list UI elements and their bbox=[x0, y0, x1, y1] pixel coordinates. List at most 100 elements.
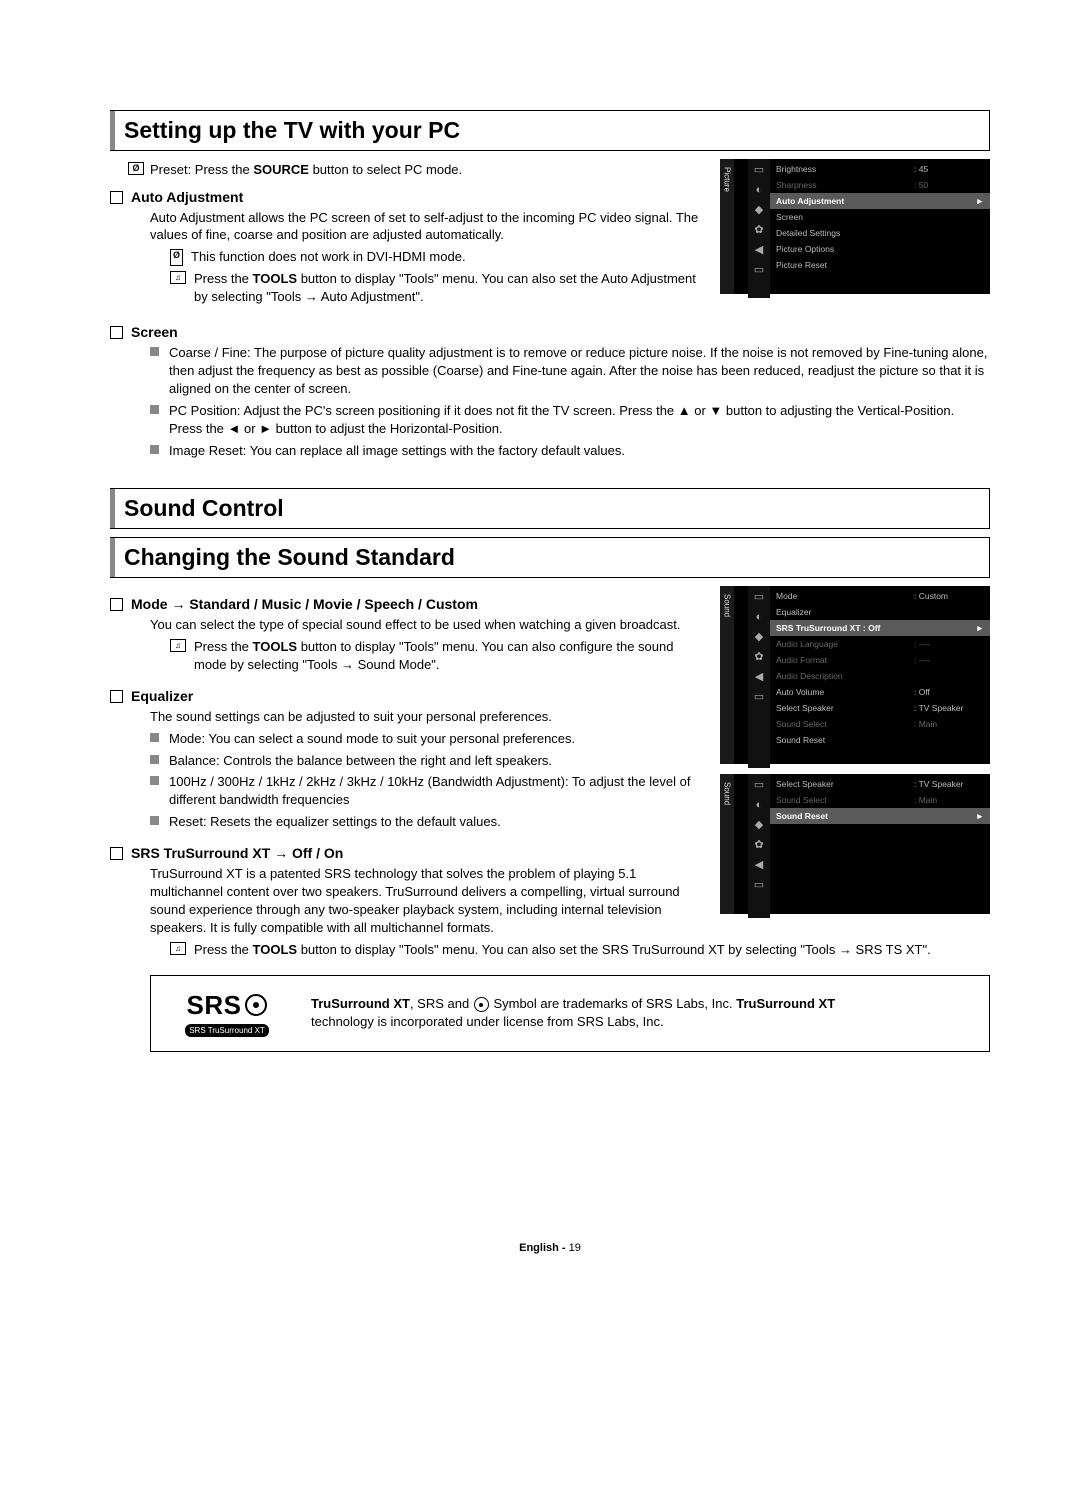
auto-adj-desc: Auto Adjustment allows the PC screen of … bbox=[150, 209, 700, 245]
source-icon: ▭ bbox=[752, 690, 766, 704]
eq-item-bandwidth: 100Hz / 300Hz / 1kHz / 2kHz / 3kHz / 10k… bbox=[150, 773, 700, 809]
osd-menu-item: Mode: Custom bbox=[770, 588, 990, 604]
heading-text: Setting up the TV with your PC bbox=[124, 117, 460, 143]
osd-item-value: : ---- bbox=[914, 639, 974, 649]
osd-menu-item: Audio Language: ---- bbox=[770, 636, 990, 652]
arrow-icon: ◀ bbox=[752, 243, 766, 257]
auto-adj-note2: ♫ Press the TOOLS button to display "Too… bbox=[170, 270, 700, 306]
osd-menu-item: Equalizer bbox=[770, 604, 990, 620]
subheading-label: Mode → Standard / Music / Movie / Speech… bbox=[131, 596, 478, 612]
checkbox-icon bbox=[110, 847, 123, 860]
osd-item-label: Equalizer bbox=[776, 607, 914, 617]
chevron-right-icon: ► bbox=[974, 196, 984, 206]
osd-item-value: : Main bbox=[914, 719, 974, 729]
heading-text: Sound Control bbox=[124, 495, 284, 521]
osd-menu-item: Sound Reset► bbox=[770, 808, 990, 824]
bullet-text: 100Hz / 300Hz / 1kHz / 2kHz / 3kHz / 10k… bbox=[169, 773, 700, 809]
note-text: This function does not work in DVI-HDMI … bbox=[191, 248, 466, 266]
osd-sound-menu-b: Sound ▭ ◐ ◆ ✿ ◀ ▭ Select Speaker: TV Spe… bbox=[720, 774, 990, 914]
preset-note-text: Preset: Press the SOURCE button to selec… bbox=[150, 161, 462, 179]
osd-menu-item: Select Speaker: TV Speaker bbox=[770, 700, 990, 716]
osd-item-label: SRS TruSurround XT : Off bbox=[776, 623, 914, 633]
ring-icon: ◐ bbox=[752, 798, 766, 812]
osd-item-label: Auto Volume bbox=[776, 687, 914, 697]
bullet-text: Image Reset: You can replace all image s… bbox=[169, 442, 625, 460]
subheading-label: Auto Adjustment bbox=[131, 189, 243, 205]
bullet-text: Coarse / Fine: The purpose of picture qu… bbox=[169, 344, 990, 398]
subheading-equalizer: Equalizer bbox=[110, 688, 706, 704]
osd-menu-item: Audio Description bbox=[770, 668, 990, 684]
osd-tab: Picture bbox=[720, 159, 734, 294]
osd-item-value: : Off bbox=[914, 687, 974, 697]
subheading-screen: Screen bbox=[110, 324, 990, 340]
osd-sound-menu-a: Sound ▭ ◐ ◆ ✿ ◀ ▭ Mode: CustomEqualizerS… bbox=[720, 586, 990, 764]
mode-desc: You can select the type of special sound… bbox=[150, 616, 700, 634]
arrow-icon: ◀ bbox=[752, 858, 766, 872]
osd-menu-item: Auto Adjustment► bbox=[770, 193, 990, 209]
chevron-right-icon: ► bbox=[974, 623, 984, 633]
eq-item-reset: Reset: Resets the equalizer settings to … bbox=[150, 813, 700, 831]
osd-item-label: Sharpness bbox=[776, 180, 914, 190]
osd-icon-strip: ▭ ◐ ◆ ✿ ◀ ▭ bbox=[748, 159, 770, 298]
osd-menu-item: Sound Reset bbox=[770, 732, 990, 748]
osd-icon-strip: ▭ ◐ ◆ ✿ ◀ ▭ bbox=[748, 586, 770, 768]
checkbox-icon bbox=[110, 191, 123, 204]
page-footer: English - 19 bbox=[110, 1242, 990, 1254]
bullet-text: PC Position: Adjust the PC's screen posi… bbox=[169, 402, 990, 438]
screen-item-image-reset: Image Reset: You can replace all image s… bbox=[150, 442, 990, 460]
eq-item-balance: Balance: Controls the balance between th… bbox=[150, 752, 700, 770]
osd-menu-item: Sound Select: Main bbox=[770, 792, 990, 808]
osd-item-label: Select Speaker bbox=[776, 779, 914, 789]
osd-item-label: Sound Select bbox=[776, 795, 914, 805]
square-bullet-icon bbox=[150, 776, 159, 785]
osd-item-label: Screen bbox=[776, 212, 914, 222]
info-icon: Ø bbox=[170, 249, 183, 266]
osd-tab: Sound bbox=[720, 586, 734, 764]
srs-logo-sub: SRS TruSurround XT bbox=[185, 1024, 269, 1037]
srs-logo: SRS SRS TruSurround XT bbox=[167, 990, 287, 1037]
tv-icon: ▭ bbox=[752, 590, 766, 604]
preset-note: Ø Preset: Press the SOURCE button to sel… bbox=[128, 161, 706, 179]
osd-item-label: Audio Language bbox=[776, 639, 914, 649]
srs-note: ♫ Press the TOOLS button to display "Too… bbox=[170, 941, 990, 959]
footer-lang: English - bbox=[519, 1242, 569, 1254]
srs-dot-icon bbox=[474, 997, 489, 1012]
osd-items: Brightness: 45Sharpness: 50Auto Adjustme… bbox=[770, 159, 990, 298]
mode-note: ♫ Press the TOOLS button to display "Too… bbox=[170, 638, 700, 674]
osd-item-label: Brightness bbox=[776, 164, 914, 174]
square-bullet-icon bbox=[150, 733, 159, 742]
bullet-text: Reset: Resets the equalizer settings to … bbox=[169, 813, 501, 831]
screen-item-pc-position: PC Position: Adjust the PC's screen posi… bbox=[150, 402, 990, 438]
subheading-label: SRS TruSurround XT → Off / On bbox=[131, 845, 343, 861]
tv-icon: ▭ bbox=[752, 778, 766, 792]
subheading-srs: SRS TruSurround XT → Off / On bbox=[110, 845, 706, 861]
subheading-label: Equalizer bbox=[131, 688, 193, 704]
osd-tab-label: Picture bbox=[723, 167, 732, 192]
gear-icon: ✿ bbox=[752, 650, 766, 664]
osd-menu-item: Audio Format: ---- bbox=[770, 652, 990, 668]
eq-desc: The sound settings can be adjusted to su… bbox=[150, 708, 700, 726]
osd-item-label: Mode bbox=[776, 591, 914, 601]
note-text: Press the TOOLS button to display "Tools… bbox=[194, 270, 700, 306]
gear-icon: ✿ bbox=[752, 223, 766, 237]
heading-sound-control: Sound Control bbox=[110, 488, 990, 529]
diamond-icon: ◆ bbox=[752, 203, 766, 217]
osd-item-label: Picture Options bbox=[776, 244, 914, 254]
osd-picture-menu: Picture ▭ ◐ ◆ ✿ ◀ ▭ Brightness: 45Sharpn… bbox=[720, 159, 990, 294]
chevron-right-icon: ► bbox=[974, 811, 984, 821]
checkbox-icon bbox=[110, 326, 123, 339]
osd-item-label: Audio Description bbox=[776, 671, 914, 681]
srs-text-1: , SRS and bbox=[410, 996, 473, 1011]
osd-menu-item: SRS TruSurround XT : Off ► bbox=[770, 620, 990, 636]
gear-icon: ✿ bbox=[752, 838, 766, 852]
osd-item-value: : ---- bbox=[914, 655, 974, 665]
diamond-icon: ◆ bbox=[752, 818, 766, 832]
srs-trademark-text: TruSurround XT, SRS and Symbol are trade… bbox=[311, 995, 835, 1031]
osd-icon-strip: ▭ ◐ ◆ ✿ ◀ ▭ bbox=[748, 774, 770, 918]
eq-item-mode: Mode: You can select a sound mode to sui… bbox=[150, 730, 700, 748]
square-bullet-icon bbox=[150, 755, 159, 764]
tv-icon: ▭ bbox=[752, 163, 766, 177]
heading-changing-sound-standard: Changing the Sound Standard bbox=[110, 537, 990, 578]
osd-item-value: : TV Speaker bbox=[914, 779, 974, 789]
footer-page-number: 19 bbox=[569, 1242, 581, 1254]
